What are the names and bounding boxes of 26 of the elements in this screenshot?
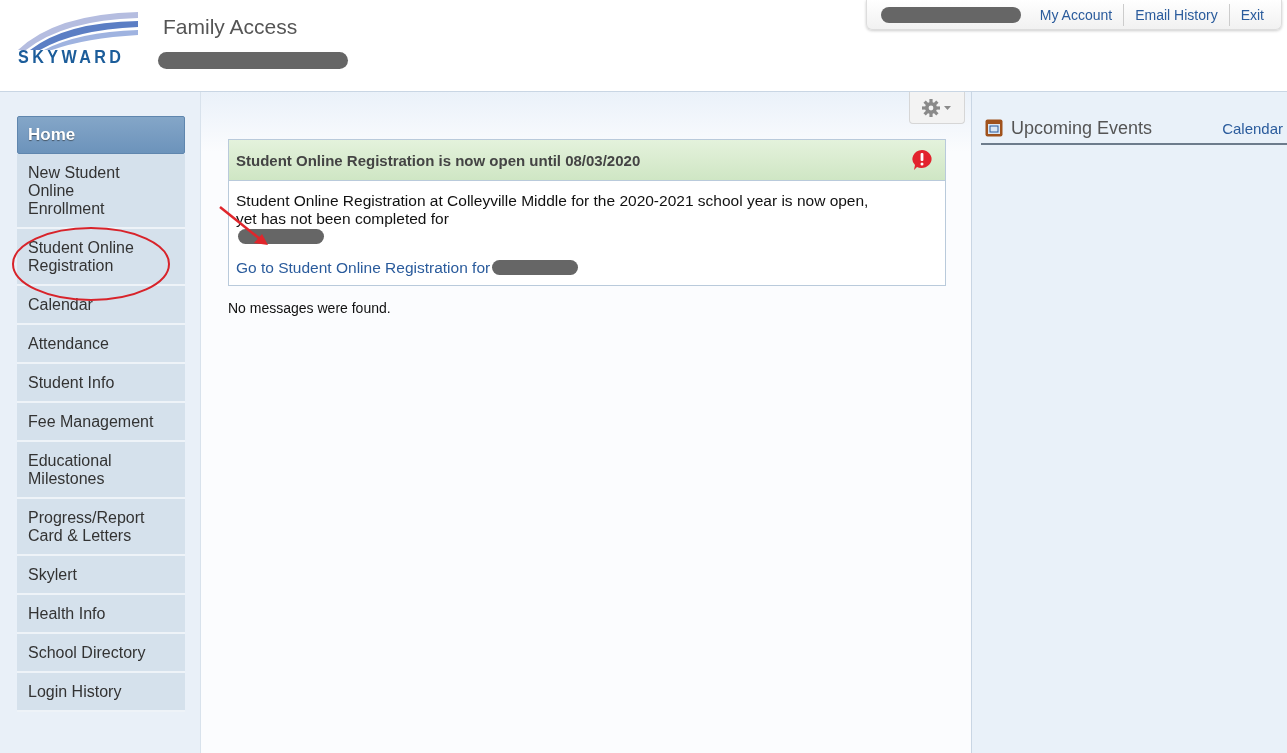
logo-text: SKYWARD: [18, 46, 125, 68]
settings-button[interactable]: [909, 92, 965, 124]
gear-icon: [920, 97, 954, 118]
sidebar-item[interactable]: Skylert: [17, 556, 185, 595]
sidebar-item[interactable]: Student Online Registration: [17, 229, 185, 286]
sidebar-item[interactable]: New Student Online Enrollment: [17, 154, 185, 229]
sidebar-item[interactable]: Attendance: [17, 325, 185, 364]
panel-title: Upcoming Events: [1011, 117, 1154, 139]
sidebar-item[interactable]: Educational Milestones: [17, 442, 185, 499]
alert-icon: [911, 149, 933, 171]
account-link[interactable]: Exit: [1228, 3, 1275, 26]
calendar-link[interactable]: Calendar: [1222, 119, 1283, 137]
sidebar-item[interactable]: Progress/Report Card & Letters: [17, 499, 185, 556]
sidebar-item[interactable]: Health Info: [17, 595, 185, 634]
sidebar-item[interactable]: Student Info: [17, 364, 185, 403]
calendar-icon: [985, 119, 1003, 137]
app-title: Family Access: [163, 15, 298, 39]
sidebar-item[interactable]: Login History: [17, 673, 185, 712]
sidebar-item[interactable]: Fee Management: [17, 403, 185, 442]
account-link[interactable]: Email History: [1123, 3, 1229, 26]
registration-link[interactable]: Go to Student Online Registration for: [236, 259, 491, 276]
account-link[interactable]: My Account: [1028, 3, 1124, 26]
sidebar-item[interactable]: School Directory: [17, 634, 185, 673]
empty-message: No messages were found.: [228, 300, 392, 316]
alert-title: Student Online Registration is now open until 08/03/2020: [236, 151, 641, 169]
sidebar-item[interactable]: Calendar: [17, 286, 185, 325]
